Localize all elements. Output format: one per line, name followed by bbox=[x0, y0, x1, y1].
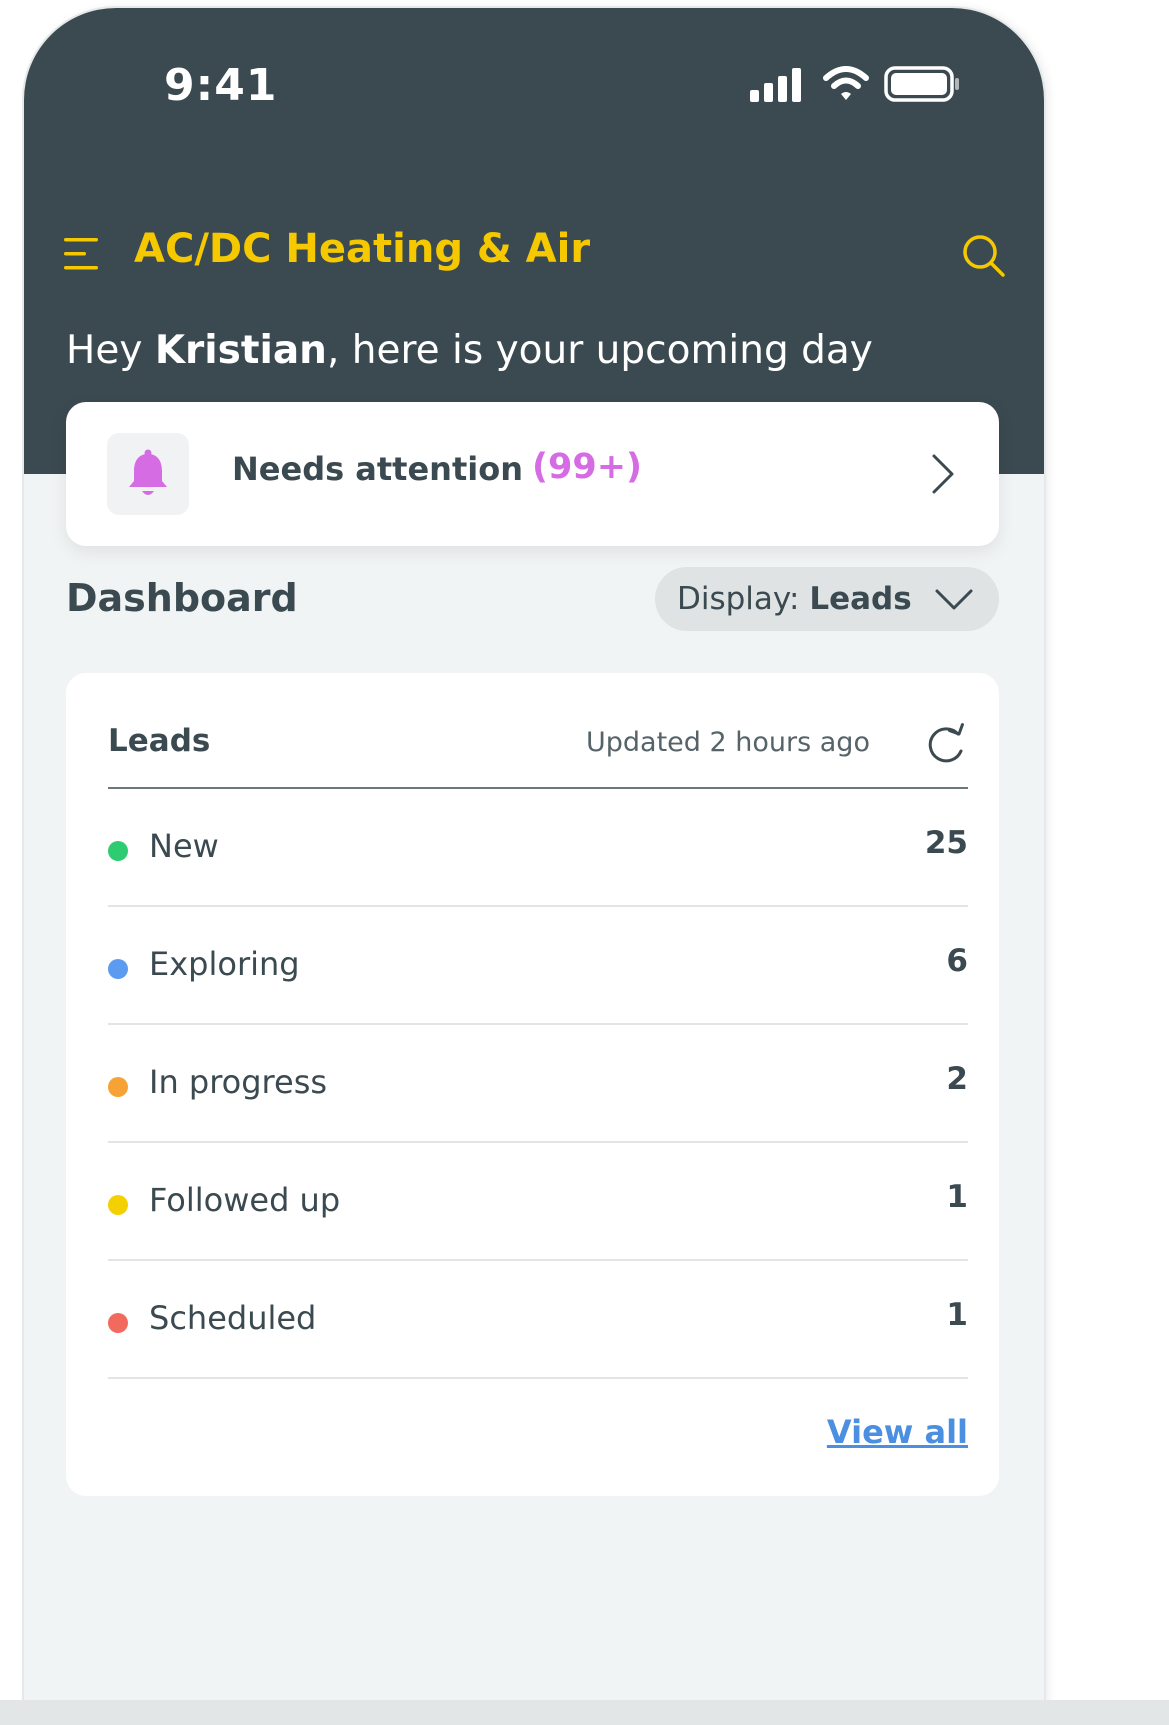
app-title: AC/DC Heating & Air bbox=[134, 226, 591, 272]
status-dot bbox=[108, 841, 128, 861]
bell-badge bbox=[107, 433, 189, 515]
lead-row-label: New bbox=[149, 827, 219, 865]
search-icon[interactable] bbox=[960, 232, 1008, 280]
display-selector[interactable]: Display: Leads bbox=[655, 567, 999, 631]
signal-icon bbox=[750, 68, 801, 102]
status-time: 9:41 bbox=[164, 60, 278, 111]
leads-card-title: Leads bbox=[108, 723, 211, 759]
status-dot bbox=[108, 959, 128, 979]
lead-row-in-progress[interactable]: In progress 2 bbox=[108, 1025, 968, 1143]
chevron-down-icon bbox=[935, 589, 973, 610]
lead-row-new[interactable]: New 25 bbox=[108, 789, 968, 907]
updated-timestamp: Updated 2 hours ago bbox=[586, 727, 870, 758]
lead-row-exploring[interactable]: Exploring 6 bbox=[108, 907, 968, 1025]
lead-row-followed-up[interactable]: Followed up 1 bbox=[108, 1143, 968, 1261]
bell-icon bbox=[129, 449, 167, 495]
leads-card: Leads Updated 2 hours ago New 25 Explori… bbox=[66, 673, 999, 1496]
lead-row-label: Exploring bbox=[149, 945, 300, 983]
battery-icon bbox=[884, 66, 959, 102]
display-selector-label: Display: Leads bbox=[677, 581, 912, 617]
display-value: Leads bbox=[809, 581, 912, 617]
lead-row-label: Followed up bbox=[149, 1181, 341, 1219]
lead-row-scheduled[interactable]: Scheduled 1 bbox=[108, 1261, 968, 1379]
greeting: Hey Kristian, here is your upcoming day bbox=[66, 328, 873, 373]
lead-row-count: 1 bbox=[946, 1179, 968, 1215]
greeting-suffix: , here is your upcoming day bbox=[326, 328, 873, 373]
lead-row-count: 25 bbox=[924, 825, 968, 861]
wifi-icon bbox=[823, 66, 869, 100]
bottom-edge bbox=[0, 1700, 1169, 1725]
menu-icon[interactable] bbox=[62, 236, 102, 272]
lead-row-label: In progress bbox=[149, 1063, 328, 1101]
needs-attention-count: (99+) bbox=[532, 447, 643, 487]
lead-row-count: 6 bbox=[946, 943, 968, 979]
chevron-right-icon bbox=[932, 454, 954, 494]
needs-attention-card[interactable]: Needs attention (99+) bbox=[66, 402, 999, 546]
view-all-link[interactable]: View all bbox=[827, 1413, 968, 1451]
status-dot bbox=[108, 1077, 128, 1097]
row-divider bbox=[108, 1377, 968, 1379]
lead-row-count: 2 bbox=[946, 1061, 968, 1097]
dashboard-title: Dashboard bbox=[66, 576, 298, 620]
status-dot bbox=[108, 1313, 128, 1333]
phone-screen: 9:41 AC/DC Heating & Air Hey Kristian, h… bbox=[24, 8, 1044, 1725]
status-dot bbox=[108, 1195, 128, 1215]
greeting-name: Kristian bbox=[154, 328, 327, 373]
needs-attention-label: Needs attention bbox=[232, 450, 523, 488]
greeting-prefix: Hey bbox=[66, 328, 155, 373]
lead-row-label: Scheduled bbox=[149, 1299, 317, 1337]
display-prefix: Display: bbox=[677, 581, 810, 617]
lead-row-count: 1 bbox=[946, 1297, 968, 1333]
refresh-icon[interactable] bbox=[922, 721, 968, 767]
